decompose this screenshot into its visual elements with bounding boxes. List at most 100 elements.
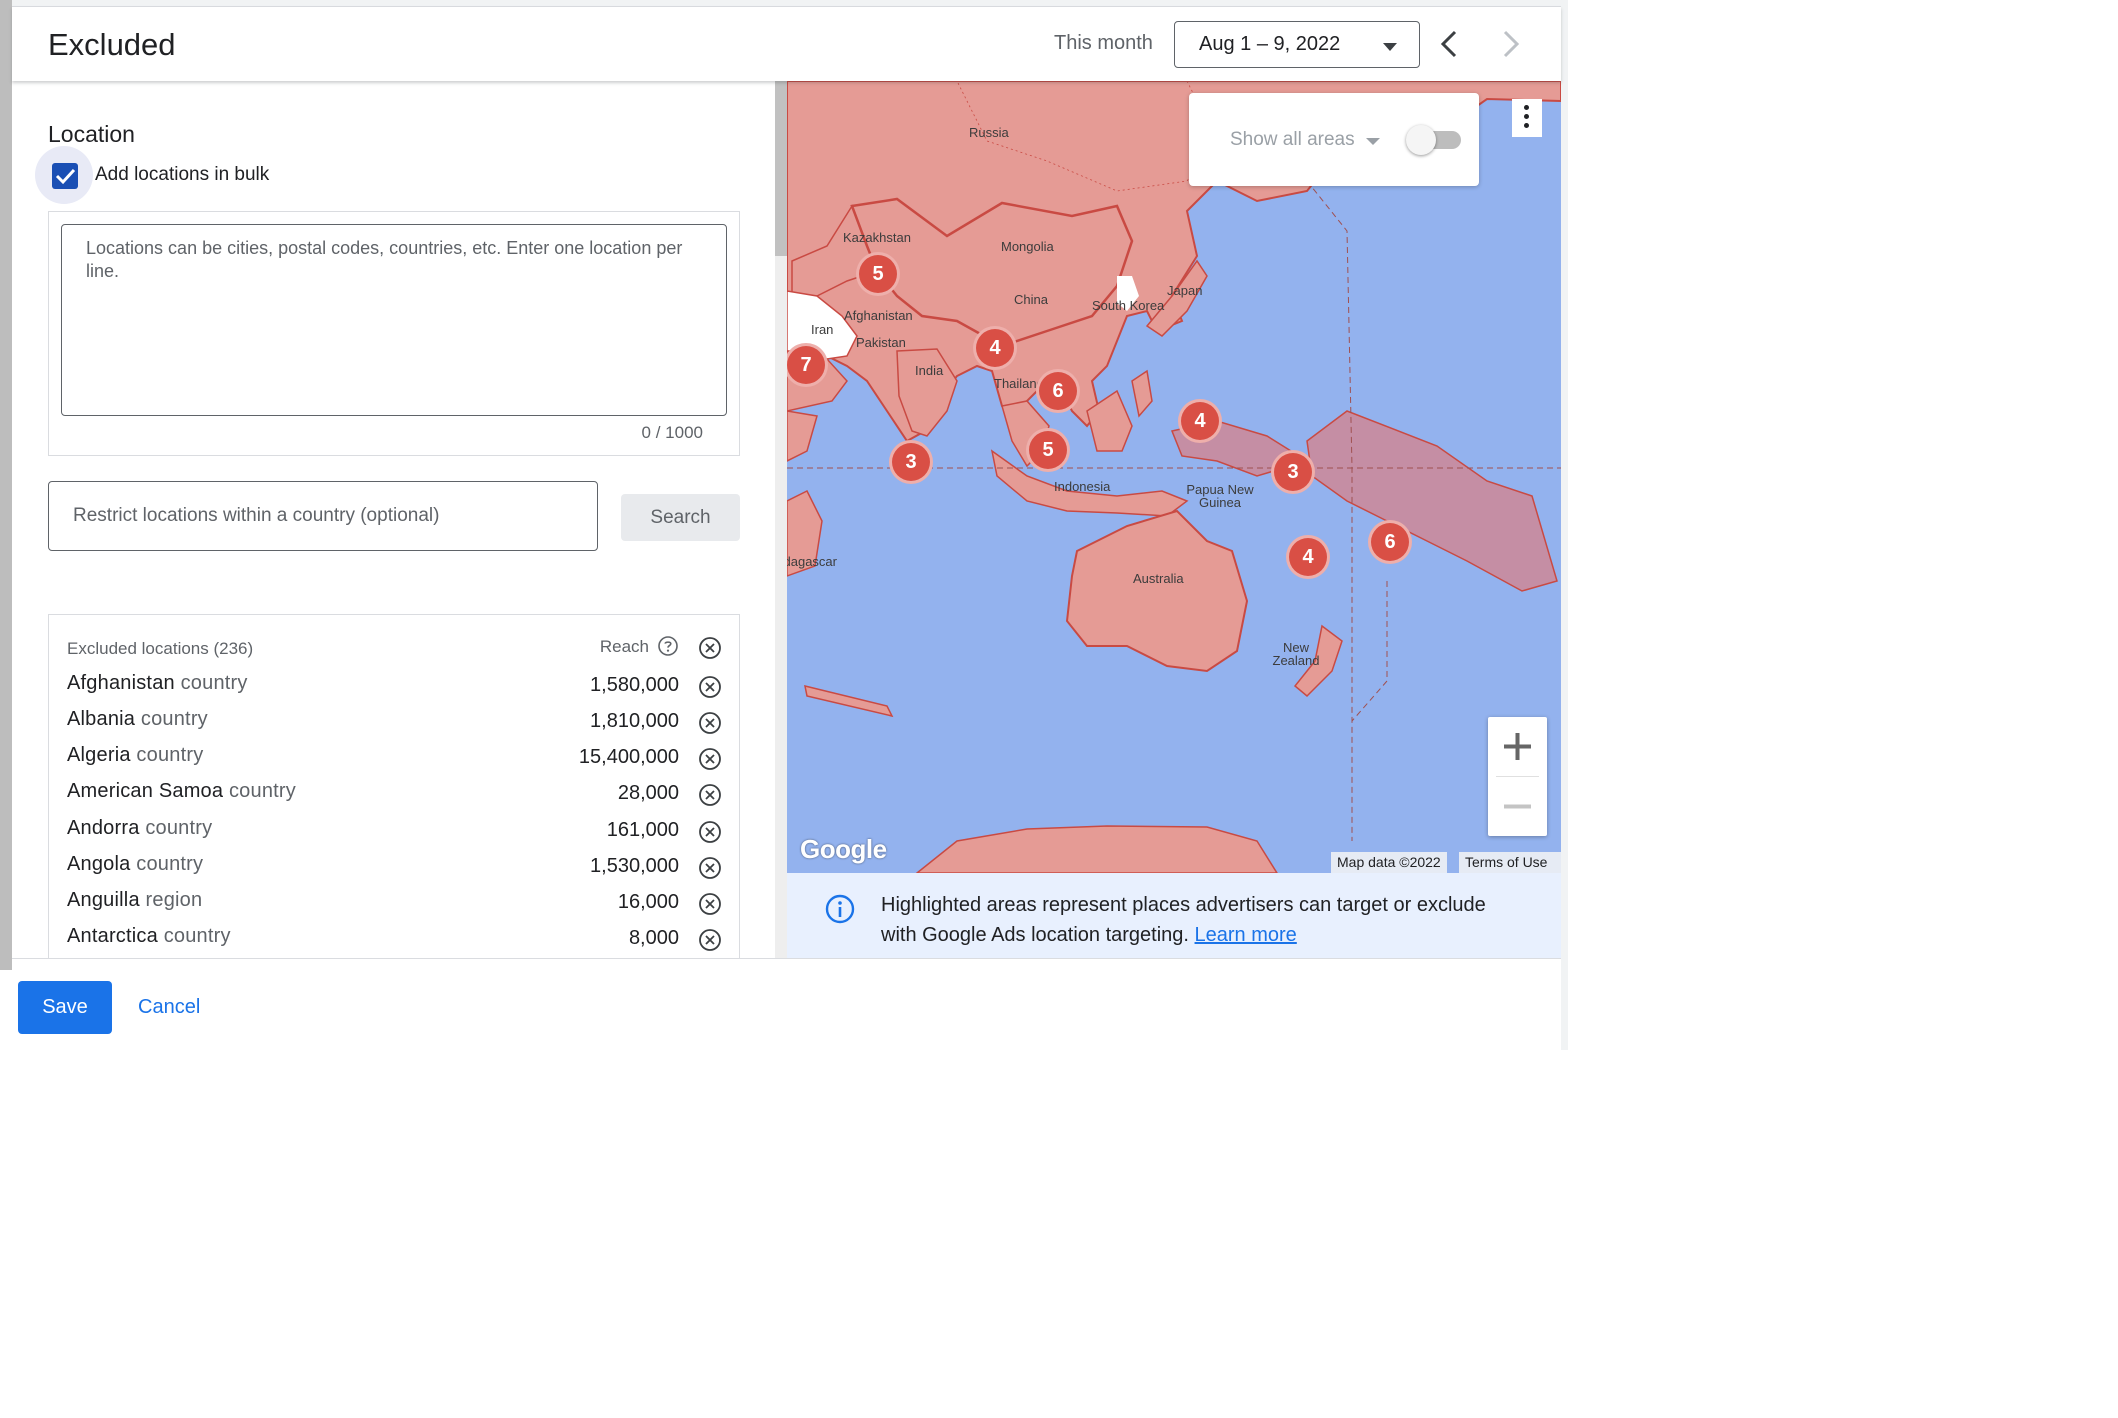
landmass-antarctica xyxy=(915,825,1278,873)
map-cluster-marker[interactable]: 4 xyxy=(1286,535,1330,579)
info-text: Highlighted areas represent places adver… xyxy=(881,890,1521,950)
map-label-mongolia: Mongolia xyxy=(1001,239,1054,254)
google-logo: Google xyxy=(800,834,887,864)
location-reach: 8,000 xyxy=(628,927,679,949)
map-cluster-marker[interactable]: 4 xyxy=(1178,399,1222,443)
info-description: Highlighted areas represent places adver… xyxy=(881,894,1486,946)
location-name: Algeria xyxy=(67,744,131,766)
map-label-papua-new-guinea: Papua New Guinea xyxy=(1186,482,1254,510)
bulk-add-label: Add locations in bulk xyxy=(95,164,270,185)
reach-column-header: Reach xyxy=(599,637,649,656)
show-areas-dropdown[interactable]: Show all areas xyxy=(1230,129,1355,151)
map-label-japan: Japan xyxy=(1167,283,1203,298)
map-cluster-marker[interactable]: 4 xyxy=(973,326,1017,370)
learn-more-link[interactable]: Learn more xyxy=(1195,924,1297,946)
previous-period-button[interactable] xyxy=(1430,24,1470,64)
location-reach: 161,000 xyxy=(606,819,679,841)
zoom-out-button[interactable] xyxy=(1488,777,1547,836)
map-label-new-zealand: New Zealand xyxy=(1272,640,1320,668)
map-data-attribution: Map data ©2022 xyxy=(1331,852,1447,873)
location-kind: country xyxy=(136,744,204,766)
map-info-banner: Highlighted areas represent places adver… xyxy=(787,873,1561,958)
bulk-locations-textarea[interactable]: Locations can be cities, postal codes, c… xyxy=(61,224,727,416)
landmass-africa-edge xyxy=(787,410,818,462)
kebab-dot xyxy=(1524,123,1529,128)
remove-location-icon[interactable] xyxy=(698,892,722,916)
cancel-button[interactable]: Cancel xyxy=(138,981,200,1034)
location-kind: country xyxy=(136,853,204,875)
remove-location-icon[interactable] xyxy=(698,856,722,880)
location-reach: 1,580,000 xyxy=(590,674,679,696)
map-label-india: India xyxy=(915,363,944,378)
period-label: This month xyxy=(1054,32,1153,54)
chevron-left-icon xyxy=(1440,30,1457,58)
terms-of-use-link[interactable]: Terms of Use xyxy=(1459,852,1561,873)
map-label-indonesia: Indonesia xyxy=(1054,479,1111,494)
remove-location-icon[interactable] xyxy=(698,711,722,735)
location-name: Antarctica xyxy=(67,925,158,947)
map-cluster-marker[interactable]: 5 xyxy=(1026,428,1070,472)
map-cluster-marker[interactable]: 6 xyxy=(1036,369,1080,413)
map-label-kazakhstan: Kazakhstan xyxy=(843,230,911,245)
location-row-name: Antarctica country xyxy=(67,925,231,948)
location-name: American Samoa xyxy=(67,780,224,802)
plus-icon xyxy=(1504,733,1531,760)
dropdown-arrow-icon xyxy=(1366,138,1380,145)
date-line xyxy=(1306,180,1353,841)
info-icon xyxy=(825,894,855,924)
location-kind: region xyxy=(145,889,203,911)
bulk-add-checkbox[interactable] xyxy=(52,163,78,189)
map-cluster-marker[interactable]: 5 xyxy=(856,252,900,296)
location-map[interactable]: Russia Kazakhstan Mongolia China South K… xyxy=(787,81,1561,873)
next-period-button[interactable] xyxy=(1490,24,1530,64)
character-counter: 0 / 1000 xyxy=(641,423,703,442)
more-options-button[interactable] xyxy=(1512,99,1542,137)
location-row-name: Algeria country xyxy=(67,744,203,767)
map-zoom-control xyxy=(1488,717,1547,836)
zoom-in-button[interactable] xyxy=(1488,717,1547,776)
landmass-australia xyxy=(1065,509,1249,673)
location-reach: 16,000 xyxy=(617,891,679,913)
save-button[interactable]: Save xyxy=(18,981,112,1034)
remove-location-icon[interactable] xyxy=(698,820,722,844)
location-kind: country xyxy=(163,925,231,947)
panel-scrollbar-thumb[interactable] xyxy=(775,81,787,256)
location-kind: country xyxy=(145,817,213,839)
map-label-iran: Iran xyxy=(811,322,834,337)
location-row-name: American Samoa country xyxy=(67,780,296,803)
location-kind: country xyxy=(180,672,248,694)
map-cluster-marker[interactable]: 6 xyxy=(1368,520,1412,564)
location-kind: country xyxy=(228,780,296,802)
date-range-select[interactable]: Aug 1 – 9, 2022 xyxy=(1174,21,1420,68)
map-areas-control: Show all areas xyxy=(1189,93,1479,186)
map-label-south-korea: South Korea xyxy=(1092,298,1165,313)
location-reach: 1,810,000 xyxy=(590,710,679,732)
map-label-pakistan: Pakistan xyxy=(856,335,906,350)
window-top-edge xyxy=(0,0,1568,7)
restrict-country-input[interactable]: Restrict locations within a country (opt… xyxy=(48,481,598,551)
search-button[interactable]: Search xyxy=(621,494,740,541)
location-kind: country xyxy=(140,708,208,730)
checkmark-icon xyxy=(55,168,76,185)
date-line-south xyxy=(1351,581,1388,722)
remove-location-icon[interactable] xyxy=(698,783,722,807)
landmass-melanesia xyxy=(1306,410,1558,592)
remove-location-icon[interactable] xyxy=(698,928,722,952)
remove-location-icon[interactable] xyxy=(698,675,722,699)
help-icon[interactable] xyxy=(657,635,679,657)
map-cluster-marker[interactable]: 3 xyxy=(1271,450,1315,494)
map-cluster-marker[interactable]: 3 xyxy=(889,440,933,484)
date-range-value: Aug 1 – 9, 2022 xyxy=(1199,33,1341,55)
location-panel: Location Add locations in bulk Locations… xyxy=(12,81,776,958)
panel-header: Excluded This month Aug 1 – 9, 2022 xyxy=(12,7,1561,81)
remove-location-icon[interactable] xyxy=(698,747,722,771)
location-reach: 1,530,000 xyxy=(590,855,679,877)
bulk-locations-box: Locations can be cities, postal codes, c… xyxy=(48,211,740,456)
landmass-philippines xyxy=(1131,369,1153,418)
toggle-knob[interactable] xyxy=(1406,125,1436,155)
kebab-dot xyxy=(1524,105,1529,110)
panel-footer: Save Cancel xyxy=(12,958,1561,1050)
location-row-name: Anguilla region xyxy=(67,889,202,912)
remove-all-icon[interactable] xyxy=(698,636,722,660)
map-label-russia: Russia xyxy=(969,125,1009,140)
